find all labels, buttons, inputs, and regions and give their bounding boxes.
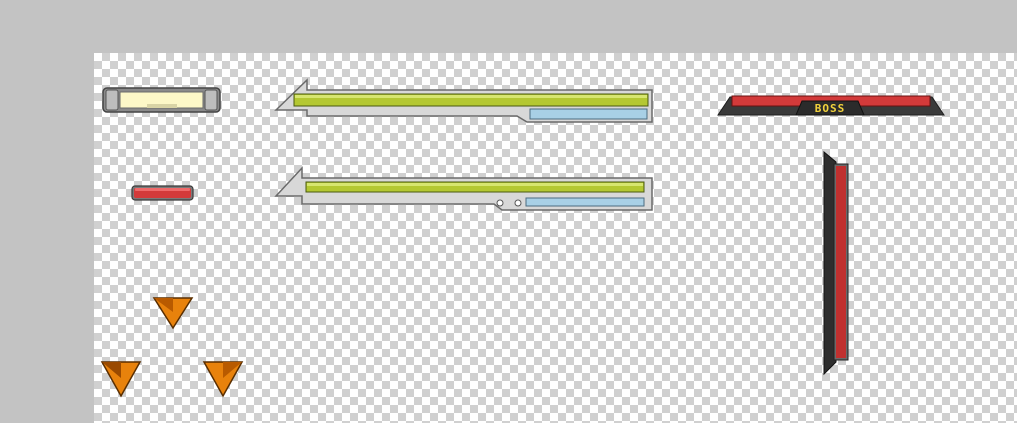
indicator-dot-1 xyxy=(496,199,504,207)
boss-health-bar: BOSS xyxy=(717,95,945,116)
red-pill-bar xyxy=(131,185,194,201)
boss-label: BOSS xyxy=(815,102,846,115)
vertical-health-bar xyxy=(823,150,849,376)
small-capsule-gauge xyxy=(102,87,221,113)
orange-triangle-marker-icon xyxy=(152,297,194,330)
player-bar-style-2 xyxy=(274,166,653,211)
vertical-health-fill xyxy=(836,166,846,358)
player-bar-style-1 xyxy=(274,78,653,123)
mana-fill-2 xyxy=(525,197,645,207)
mana-fill xyxy=(529,108,648,120)
indicator-dot-2 xyxy=(514,199,522,207)
orange-triangle-marker-icon xyxy=(202,361,244,398)
orange-triangle-marker-icon xyxy=(100,361,142,398)
